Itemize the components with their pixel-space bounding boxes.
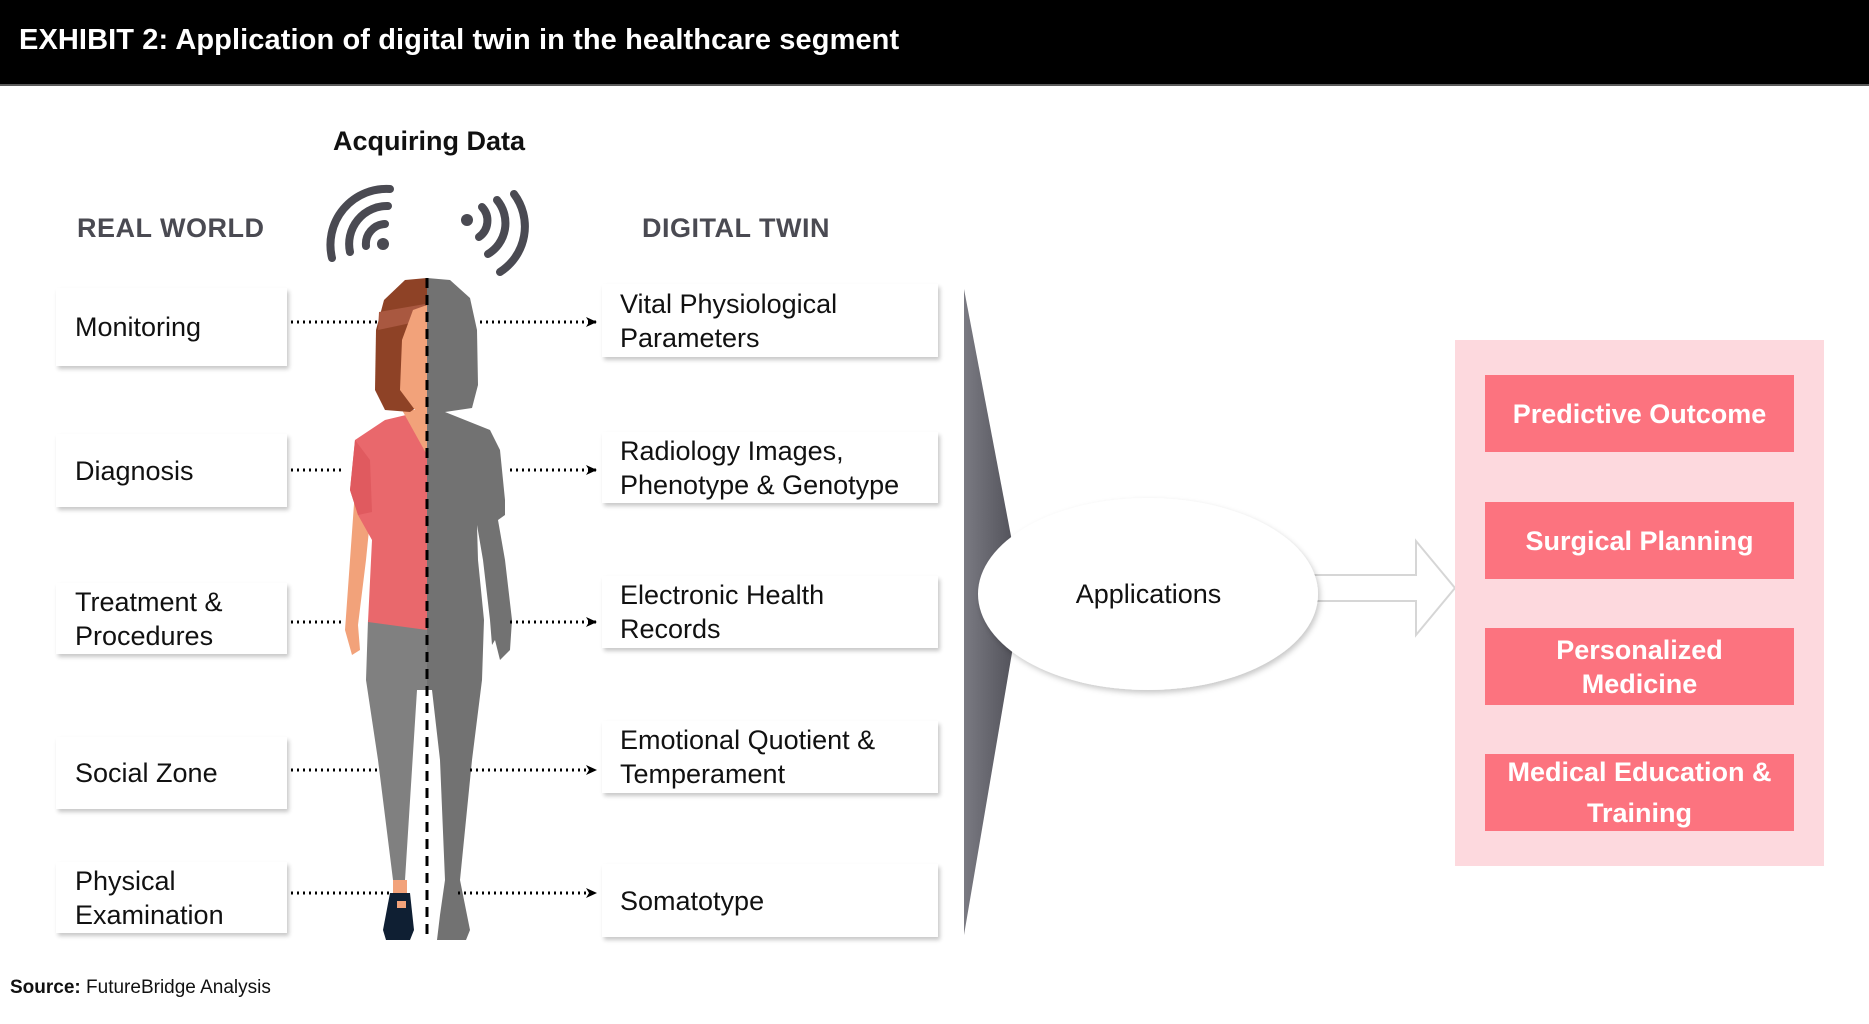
real-world-item-physical-examination[interactable]: Physical Examination: [56, 862, 287, 933]
real-world-item-diagnosis[interactable]: Diagnosis: [56, 434, 287, 507]
digital-twin-item-label: Emotional Quotient & Temperament: [620, 725, 876, 789]
digital-twin-item-label: Electronic Health Records: [620, 580, 825, 644]
application-personalized-medicine[interactable]: Personalized Medicine: [1485, 628, 1794, 705]
right-arrow-icon: [1299, 538, 1457, 638]
source-label: Source:: [10, 977, 81, 998]
broadcast-signal-icon: [461, 190, 529, 276]
real-world-item-label: Diagnosis: [75, 455, 194, 486]
source-text: FutureBridge Analysis: [86, 977, 271, 998]
real-world-item-label: Physical Examination: [75, 865, 224, 930]
real-world-item-label: Treatment & Procedures: [75, 586, 223, 651]
digital-twin-item-label: Radiology Images, Phenotype & Genotype: [620, 435, 900, 500]
woman-figure-icon: [345, 278, 427, 940]
digital-twin-item-ehr[interactable]: Electronic Health Records: [602, 576, 938, 648]
digital-twin-item-label: Vital Physiological Parameters: [620, 288, 838, 353]
real-world-item-monitoring[interactable]: Monitoring: [56, 288, 287, 366]
digital-twin-item-radiology[interactable]: Radiology Images, Phenotype & Genotype: [602, 432, 938, 503]
wifi-signal-icon: [326, 184, 394, 262]
source-note: Source: FutureBridge Analysis: [10, 977, 271, 999]
digital-twin-item-label: Somatotype: [620, 885, 765, 916]
application-surgical-planning[interactable]: Surgical Planning: [1485, 502, 1794, 579]
digital-twin-item-somatotype[interactable]: Somatotype: [602, 864, 938, 937]
real-world-item-social-zone[interactable]: Social Zone: [56, 737, 287, 809]
real-world-item-label: Monitoring: [75, 312, 202, 342]
digital-twin-silhouette-icon: [427, 278, 512, 940]
applications-hub-label: Applications: [1075, 578, 1222, 609]
real-world-item-label: Social Zone: [75, 758, 218, 788]
digital-twin-item-emotional-quotient[interactable]: Emotional Quotient & Temperament: [602, 721, 938, 793]
application-medical-education[interactable]: Medical Education & Training: [1485, 754, 1794, 831]
digital-twin-item-vital-parameters[interactable]: Vital Physiological Parameters: [602, 284, 938, 357]
application-predictive-outcome[interactable]: Predictive Outcome: [1485, 375, 1794, 452]
real-world-item-treatment[interactable]: Treatment & Procedures: [56, 583, 287, 654]
